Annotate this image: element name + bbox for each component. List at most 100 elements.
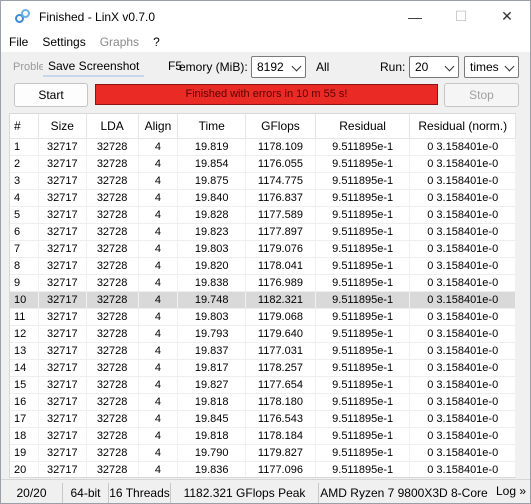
cell-align: 4 <box>139 360 179 376</box>
cell-align: 4 <box>139 326 179 342</box>
run-count-value: 20 <box>415 60 429 74</box>
run-status-bar: Finished with errors in 10 m 55 s! <box>95 84 438 105</box>
cell-residual-norm: 0 3.158401e-0 <box>410 360 516 376</box>
table-row[interactable]: 15 32717 32728 4 19.827 1177.654 9.511895e-1 0 … <box>10 377 516 394</box>
cell-lda: 32728 <box>87 377 139 393</box>
cell-residual-norm: 0 3.158401e-0 <box>410 207 516 223</box>
cell-size: 32717 <box>39 326 87 342</box>
start-button[interactable]: Start <box>14 83 88 107</box>
cell-lda: 32728 <box>87 462 139 477</box>
cell-size: 32717 <box>39 428 87 444</box>
memory-label: emory (MiB): <box>179 60 248 74</box>
cell-lda: 32728 <box>87 309 139 325</box>
table-row[interactable]: 3 32717 32728 4 19.875 1174.775 9.511895e-1 0 3… <box>10 173 516 190</box>
cell-time: 19.817 <box>178 360 247 376</box>
table-row[interactable]: 18 32717 32728 4 19.818 1178.184 9.511895e-1 0 … <box>10 428 516 445</box>
cell-align: 4 <box>139 445 179 461</box>
cell-lda: 32728 <box>87 275 139 291</box>
table-row[interactable]: 9 32717 32728 4 19.838 1176.989 9.511895e-1 0 3… <box>10 275 516 292</box>
table-row[interactable]: 13 32717 32728 4 19.837 1177.031 9.511895e-1 0 … <box>10 343 516 360</box>
cell-gflops: 1182.321 <box>246 292 316 308</box>
cell-index: 19 <box>10 445 39 461</box>
cell-gflops: 1177.589 <box>246 207 316 223</box>
cell-residual: 9.511895e-1 <box>316 241 411 257</box>
table-row[interactable]: 11 32717 32728 4 19.803 1179.068 9.511895e-1 0 … <box>10 309 516 326</box>
table-row[interactable]: 20 32717 32728 4 19.836 1177.096 9.511895e-1 0 … <box>10 462 516 477</box>
cell-gflops: 1177.897 <box>246 224 316 240</box>
column-header-align[interactable]: Align <box>139 114 179 138</box>
table-row[interactable]: 12 32717 32728 4 19.793 1179.640 9.511895e-1 0 … <box>10 326 516 343</box>
cell-time: 19.818 <box>178 428 247 444</box>
cell-time: 19.827 <box>178 377 247 393</box>
table-row[interactable]: 4 32717 32728 4 19.840 1176.837 9.511895e-1 0 3… <box>10 190 516 207</box>
results-table[interactable]: # Size LDA Align Time GFlops Residual Re… <box>9 113 517 478</box>
column-header-time[interactable]: Time <box>178 114 247 138</box>
table-row[interactable]: 19 32717 32728 4 19.790 1179.827 9.511895e-1 0 … <box>10 445 516 462</box>
action-row: Start Finished with errors in 10 m 55 s!… <box>1 81 530 109</box>
cell-residual: 9.511895e-1 <box>316 360 411 376</box>
cell-index: 7 <box>10 241 39 257</box>
cell-lda: 32728 <box>87 428 139 444</box>
cell-gflops: 1176.543 <box>246 411 316 427</box>
log-toggle-button[interactable]: Log » <box>496 484 526 498</box>
table-row[interactable]: 1 32717 32728 4 19.819 1178.109 9.511895e-1 0 3… <box>10 139 516 156</box>
table-row[interactable]: 14 32717 32728 4 19.817 1178.257 9.511895e-1 0 … <box>10 360 516 377</box>
status-bar: 20/20 64-bit 16 Threads 1182.321 GFlops … <box>1 479 530 503</box>
cell-time: 19.875 <box>178 173 247 189</box>
close-button[interactable]: ✕ <box>484 1 530 32</box>
stop-button[interactable]: Stop <box>444 83 519 107</box>
cell-gflops: 1179.076 <box>246 241 316 257</box>
minimize-button[interactable]: — <box>392 1 438 32</box>
cell-time: 19.748 <box>178 292 247 308</box>
cell-align: 4 <box>139 139 179 155</box>
menu-graphs[interactable]: Graphs <box>92 35 145 49</box>
memory-value: 8192 <box>257 60 284 74</box>
cell-align: 4 <box>139 190 179 206</box>
column-header-residual[interactable]: Residual <box>316 114 411 138</box>
table-row[interactable]: 17 32717 32728 4 19.845 1176.543 9.511895e-1 0 … <box>10 411 516 428</box>
table-row[interactable]: 2 32717 32728 4 19.854 1176.055 9.511895e-1 0 3… <box>10 156 516 173</box>
cell-index: 2 <box>10 156 39 172</box>
linx-window: Finished - LinX v0.7.0 — ☐ ✕ File Settin… <box>0 0 531 504</box>
cell-align: 4 <box>139 309 179 325</box>
cell-residual-norm: 0 3.158401e-0 <box>410 241 516 257</box>
cell-lda: 32728 <box>87 411 139 427</box>
column-header-index[interactable]: # <box>10 114 39 138</box>
menu-settings[interactable]: Settings <box>34 35 91 49</box>
cell-size: 32717 <box>39 445 87 461</box>
status-threads: 16 Threads <box>109 482 171 503</box>
table-row[interactable]: 10 32717 32728 4 19.748 1182.321 9.511895e-1 0 … <box>10 292 516 309</box>
run-mode-select[interactable]: times <box>464 56 519 78</box>
maximize-button[interactable]: ☐ <box>438 1 484 32</box>
status-arch: 64-bit <box>63 482 109 503</box>
run-count-select[interactable]: 20 <box>409 56 459 78</box>
cell-time: 19.790 <box>178 445 247 461</box>
column-header-lda[interactable]: LDA <box>87 114 139 138</box>
cell-size: 32717 <box>39 411 87 427</box>
cell-gflops: 1174.775 <box>246 173 316 189</box>
cell-residual-norm: 0 3.158401e-0 <box>410 173 516 189</box>
all-memory-label[interactable]: All <box>316 60 329 74</box>
cell-index: 11 <box>10 309 39 325</box>
column-header-size[interactable]: Size <box>39 114 87 138</box>
table-scrollbar[interactable] <box>516 113 530 478</box>
column-header-gflops[interactable]: GFlops <box>246 114 316 138</box>
table-row[interactable]: 8 32717 32728 4 19.820 1178.041 9.511895e-1 0 3… <box>10 258 516 275</box>
save-screenshot-menu-item[interactable]: Save Screenshot <box>43 55 145 77</box>
cell-time: 19.828 <box>178 207 247 223</box>
memory-select[interactable]: 8192 <box>251 56 306 78</box>
menu-help[interactable]: ? <box>145 35 166 49</box>
cell-gflops: 1177.031 <box>246 343 316 359</box>
column-header-residual-norm[interactable]: Residual (norm.) <box>410 114 516 138</box>
menu-file[interactable]: File <box>1 35 34 49</box>
cell-gflops: 1179.640 <box>246 326 316 342</box>
table-row[interactable]: 7 32717 32728 4 19.803 1179.076 9.511895e-1 0 3… <box>10 241 516 258</box>
window-controls: — ☐ ✕ <box>392 1 530 32</box>
cell-size: 32717 <box>39 343 87 359</box>
table-row[interactable]: 16 32717 32728 4 19.818 1178.180 9.511895e-1 0 … <box>10 394 516 411</box>
cell-size: 32717 <box>39 377 87 393</box>
table-header: # Size LDA Align Time GFlops Residual Re… <box>10 114 516 139</box>
table-row[interactable]: 6 32717 32728 4 19.823 1177.897 9.511895e-1 0 3… <box>10 224 516 241</box>
cell-lda: 32728 <box>87 360 139 376</box>
table-row[interactable]: 5 32717 32728 4 19.828 1177.589 9.511895e-1 0 3… <box>10 207 516 224</box>
